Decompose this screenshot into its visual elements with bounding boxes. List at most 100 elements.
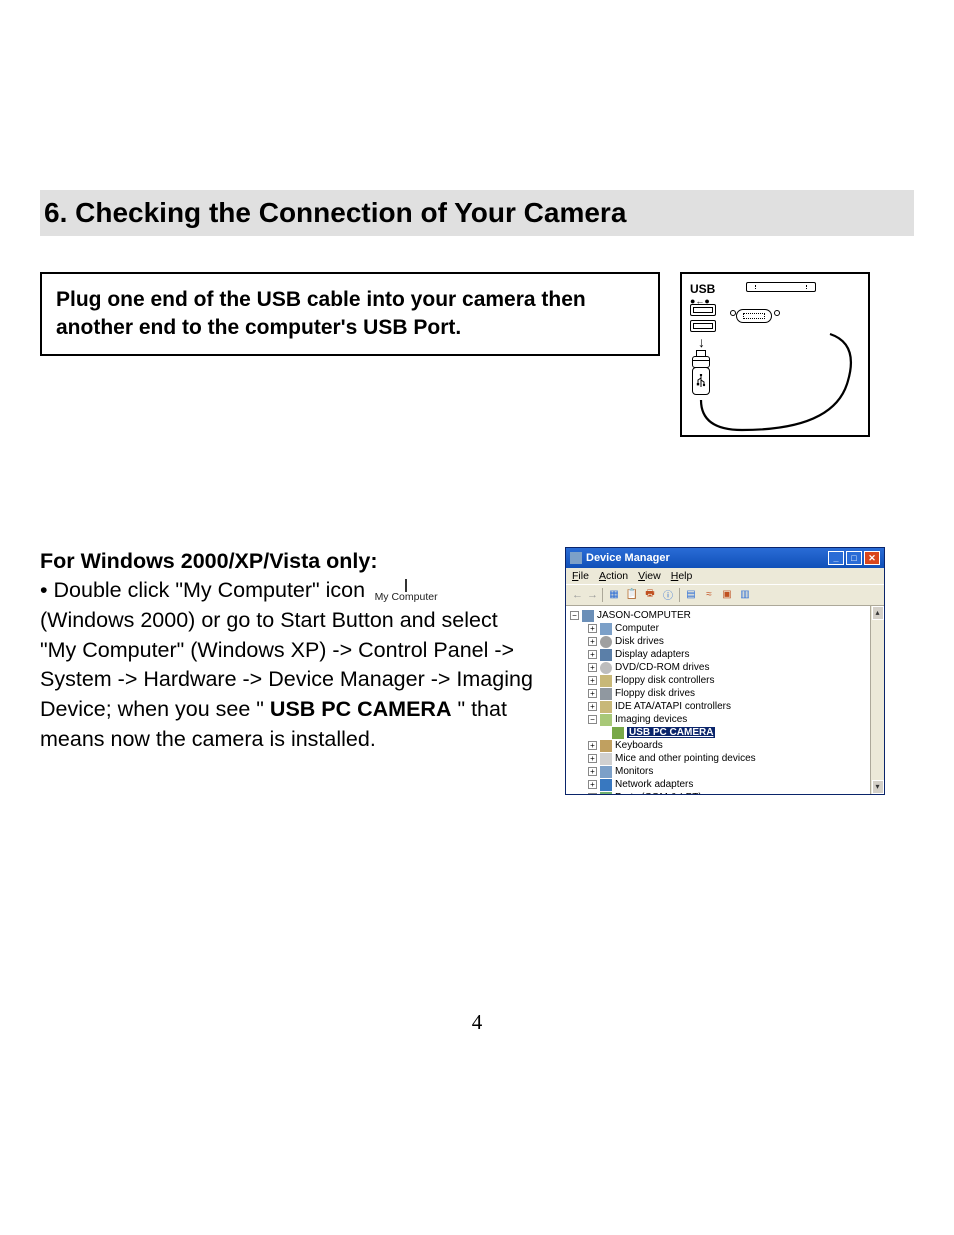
tree-item-usb-camera[interactable]: USB PC CAMERA <box>568 727 868 739</box>
device-label: Ports (COM & LPT) <box>615 792 702 794</box>
device-icon <box>600 779 612 791</box>
port-parallel <box>746 282 816 292</box>
device-label: Keyboards <box>615 740 663 751</box>
toolbar: ← → ▦ 📋 🖶 ⓘ ▤ ≈ ▣ ▥ <box>566 584 884 606</box>
row-instruction: Plug one end of the USB cable into your … <box>40 272 914 437</box>
page-number: 4 <box>0 1010 954 1035</box>
usb-plug-icon <box>692 350 710 395</box>
maximize-button[interactable]: □ <box>846 551 862 565</box>
expand-icon[interactable]: + <box>588 624 597 633</box>
toolbar-icon-4[interactable]: ⓘ <box>661 588 675 602</box>
subheading: For Windows 2000/XP/Vista only: <box>40 549 378 573</box>
camera-icon <box>612 727 624 739</box>
device-label: Network adapters <box>615 779 693 790</box>
port-small-1 <box>690 304 716 316</box>
camera-label: USB PC CAMERA <box>627 727 715 738</box>
toolbar-icon-8[interactable]: ▥ <box>738 588 752 602</box>
instruction-box: Plug one end of the USB cable into your … <box>40 272 660 357</box>
device-icon <box>600 701 612 713</box>
expand-icon[interactable]: + <box>588 663 597 672</box>
tree-root[interactable]: − JASON-COMPUTER <box>568 610 868 622</box>
scroll-down-button[interactable]: ▾ <box>872 780 884 794</box>
menu-action[interactable]: Action <box>599 570 628 582</box>
arrow-icon: ↓ <box>698 334 705 350</box>
toolbar-icon-1[interactable]: ▦ <box>607 588 621 602</box>
usb-diagram: USB ●←● ↓ <box>680 272 870 437</box>
computer-icon <box>582 610 594 622</box>
scroll-up-button[interactable]: ▴ <box>872 606 884 620</box>
expand-icon[interactable]: + <box>588 780 597 789</box>
expand-icon[interactable]: + <box>588 793 597 794</box>
my-computer-icon: My Computer <box>371 581 441 603</box>
device-label: Floppy disk drives <box>615 688 695 699</box>
tree-item[interactable]: + Disk drives <box>568 636 868 648</box>
device-label: Disk drives <box>615 636 664 647</box>
tree-item[interactable]: + Mice and other pointing devices <box>568 753 868 765</box>
tree-item[interactable]: + Ports (COM & LPT) <box>568 792 868 794</box>
tree-item[interactable]: + Floppy disk controllers <box>568 675 868 687</box>
root-label: JASON-COMPUTER <box>597 610 691 621</box>
nav-back-icon[interactable]: ← <box>572 589 583 601</box>
tree-item[interactable]: + DVD/CD-ROM drives <box>568 662 868 674</box>
screw-left <box>730 310 736 316</box>
tree-item[interactable]: +IDE ATA/ATAPI controllers <box>568 701 868 713</box>
port-small-2 <box>690 320 716 332</box>
device-label: Mice and other pointing devices <box>615 753 756 764</box>
toolbar-icon-3[interactable]: 🖶 <box>643 588 657 602</box>
device-icon <box>600 675 612 687</box>
expand-icon[interactable]: + <box>588 767 597 776</box>
toolbar-icon-7[interactable]: ▣ <box>720 588 734 602</box>
tree-item[interactable]: +Computer <box>568 623 868 635</box>
menu-help[interactable]: Help <box>671 570 693 582</box>
minimize-button[interactable]: _ <box>828 551 844 565</box>
device-manager-titlebar: Device Manager _ □ ✕ <box>566 548 884 568</box>
collapse-icon[interactable]: − <box>570 611 579 620</box>
device-label: Monitors <box>615 766 653 777</box>
device-icon <box>600 766 612 778</box>
imaging-label: Imaging devices <box>615 714 687 725</box>
expand-icon[interactable]: + <box>588 754 597 763</box>
usb-pc-camera-bold: USB PC CAMERA <box>270 697 452 721</box>
device-manager-window: Device Manager _ □ ✕ File Action View He… <box>565 547 885 795</box>
toolbar-icon-2[interactable]: 📋 <box>625 588 639 602</box>
tree-item[interactable]: + Network adapters <box>568 779 868 791</box>
device-icon <box>600 649 612 661</box>
expand-icon[interactable]: + <box>588 689 597 698</box>
tree-item[interactable]: + Keyboards <box>568 740 868 752</box>
tree-item[interactable]: + Floppy disk drives <box>568 688 868 700</box>
menu-file[interactable]: File <box>572 570 589 582</box>
expand-icon[interactable]: + <box>588 741 597 750</box>
device-label: DVD/CD-ROM drives <box>615 662 709 673</box>
menu-bar: File Action View Help <box>566 568 884 584</box>
device-icon <box>600 662 612 674</box>
expand-icon[interactable]: + <box>588 676 597 685</box>
close-button[interactable]: ✕ <box>864 551 880 565</box>
device-label: Floppy disk controllers <box>615 675 714 686</box>
expand-icon[interactable]: + <box>588 702 597 711</box>
toolbar-icon-6[interactable]: ≈ <box>702 588 716 602</box>
scrollbar[interactable]: ▴ ▾ <box>870 606 884 794</box>
text-line-1: • Double click "My Computer" icon <box>40 578 365 602</box>
tree-item-imaging[interactable]: − Imaging devices <box>568 714 868 726</box>
window-title: Device Manager <box>586 552 670 564</box>
menu-view[interactable]: View <box>638 570 661 582</box>
device-label: Display adapters <box>615 649 689 660</box>
tree-item[interactable]: + Monitors <box>568 766 868 778</box>
tree-item[interactable]: + Display adapters <box>568 649 868 661</box>
port-oval <box>736 309 772 323</box>
device-icon <box>600 636 612 648</box>
expand-icon[interactable]: + <box>588 637 597 646</box>
collapse-icon[interactable]: − <box>588 715 597 724</box>
device-icon <box>600 740 612 752</box>
main-row: For Windows 2000/XP/Vista only: • Double… <box>40 547 914 795</box>
usb-label: USB <box>690 282 715 296</box>
window-icon <box>570 552 582 564</box>
imaging-icon <box>600 714 612 726</box>
device-tree: − JASON-COMPUTER +Computer+Disk drives+D… <box>566 606 870 794</box>
section-heading: 6. Checking the Connection of Your Camer… <box>40 190 914 236</box>
my-computer-label: My Computer <box>371 592 441 603</box>
toolbar-icon-5[interactable]: ▤ <box>684 588 698 602</box>
expand-icon[interactable]: + <box>588 650 597 659</box>
nav-forward-icon[interactable]: → <box>587 589 598 601</box>
device-icon <box>600 623 612 635</box>
